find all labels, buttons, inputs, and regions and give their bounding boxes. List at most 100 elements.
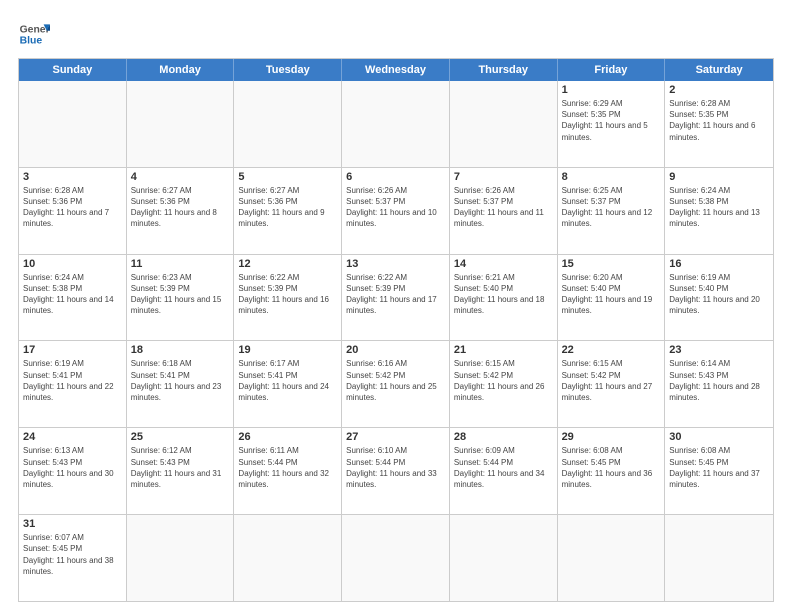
calendar: SundayMondayTuesdayWednesdayThursdayFrid… xyxy=(18,58,774,602)
day-info: Sunrise: 6:29 AMSunset: 5:35 PMDaylight:… xyxy=(562,98,661,143)
calendar-cell-empty xyxy=(665,515,773,601)
day-info: Sunrise: 6:16 AMSunset: 5:42 PMDaylight:… xyxy=(346,358,445,403)
day-info: Sunrise: 6:23 AMSunset: 5:39 PMDaylight:… xyxy=(131,272,230,317)
calendar-cell-empty xyxy=(234,81,342,167)
day-info: Sunrise: 6:07 AMSunset: 5:45 PMDaylight:… xyxy=(23,532,122,577)
day-number: 13 xyxy=(346,258,445,270)
day-number: 12 xyxy=(238,258,337,270)
calendar-cell-25: 25 Sunrise: 6:12 AMSunset: 5:43 PMDayligh… xyxy=(127,428,235,514)
day-info: Sunrise: 6:21 AMSunset: 5:40 PMDaylight:… xyxy=(454,272,553,317)
page: General Blue SundayMondayTuesdayWednesda… xyxy=(0,0,792,612)
calendar-cell-empty xyxy=(19,81,127,167)
calendar-cell-12: 12 Sunrise: 6:22 AMSunset: 5:39 PMDayligh… xyxy=(234,255,342,341)
day-info: Sunrise: 6:11 AMSunset: 5:44 PMDaylight:… xyxy=(238,445,337,490)
day-info: Sunrise: 6:08 AMSunset: 5:45 PMDaylight:… xyxy=(562,445,661,490)
day-number: 21 xyxy=(454,344,553,356)
day-number: 31 xyxy=(23,518,122,530)
calendar-cell-14: 14 Sunrise: 6:21 AMSunset: 5:40 PMDayligh… xyxy=(450,255,558,341)
day-info: Sunrise: 6:12 AMSunset: 5:43 PMDaylight:… xyxy=(131,445,230,490)
day-info: Sunrise: 6:22 AMSunset: 5:39 PMDaylight:… xyxy=(238,272,337,317)
header-day-saturday: Saturday xyxy=(665,59,773,81)
day-info: Sunrise: 6:24 AMSunset: 5:38 PMDaylight:… xyxy=(23,272,122,317)
day-number: 18 xyxy=(131,344,230,356)
day-info: Sunrise: 6:25 AMSunset: 5:37 PMDaylight:… xyxy=(562,185,661,230)
calendar-cell-3: 3Sunrise: 6:28 AMSunset: 5:36 PMDaylight… xyxy=(19,168,127,254)
day-number: 10 xyxy=(23,258,122,270)
calendar-cell-26: 26 Sunrise: 6:11 AMSunset: 5:44 PMDayligh… xyxy=(234,428,342,514)
calendar-cell-empty xyxy=(342,81,450,167)
day-number: 27 xyxy=(346,431,445,443)
day-info: Sunrise: 6:19 AMSunset: 5:41 PMDaylight:… xyxy=(23,358,122,403)
day-info: Sunrise: 6:14 AMSunset: 5:43 PMDaylight:… xyxy=(669,358,769,403)
day-info: Sunrise: 6:26 AMSunset: 5:37 PMDaylight:… xyxy=(454,185,553,230)
svg-text:Blue: Blue xyxy=(20,36,43,47)
day-number: 7 xyxy=(454,171,553,183)
day-number: 8 xyxy=(562,171,661,183)
day-info: Sunrise: 6:15 AMSunset: 5:42 PMDaylight:… xyxy=(562,358,661,403)
calendar-body: 1Sunrise: 6:29 AMSunset: 5:35 PMDaylight… xyxy=(19,81,773,601)
calendar-cell-30: 30Sunrise: 6:08 AMSunset: 5:45 PMDayligh… xyxy=(665,428,773,514)
calendar-cell-1: 1Sunrise: 6:29 AMSunset: 5:35 PMDaylight… xyxy=(558,81,666,167)
day-info: Sunrise: 6:28 AMSunset: 5:35 PMDaylight:… xyxy=(669,98,769,143)
calendar-cell-empty xyxy=(127,515,235,601)
calendar-row-0: 1Sunrise: 6:29 AMSunset: 5:35 PMDaylight… xyxy=(19,81,773,168)
day-number: 29 xyxy=(562,431,661,443)
calendar-cell-21: 21 Sunrise: 6:15 AMSunset: 5:42 PMDayligh… xyxy=(450,341,558,427)
calendar-cell-19: 19Sunrise: 6:17 AMSunset: 5:41 PMDayligh… xyxy=(234,341,342,427)
calendar-cell-29: 29 Sunrise: 6:08 AMSunset: 5:45 PMDayligh… xyxy=(558,428,666,514)
calendar-cell-9: 9Sunrise: 6:24 AMSunset: 5:38 PMDaylight… xyxy=(665,168,773,254)
day-info: Sunrise: 6:19 AMSunset: 5:40 PMDaylight:… xyxy=(669,272,769,317)
day-number: 5 xyxy=(238,171,337,183)
calendar-row-2: 10 Sunrise: 6:24 AMSunset: 5:38 PMDayligh… xyxy=(19,255,773,342)
day-info: Sunrise: 6:13 AMSunset: 5:43 PMDaylight:… xyxy=(23,445,122,490)
day-number: 20 xyxy=(346,344,445,356)
calendar-cell-2: 2 Sunrise: 6:28 AMSunset: 5:35 PMDaylight… xyxy=(665,81,773,167)
day-number: 25 xyxy=(131,431,230,443)
day-number: 23 xyxy=(669,344,769,356)
day-number: 2 xyxy=(669,84,769,96)
calendar-cell-15: 15Sunrise: 6:20 AMSunset: 5:40 PMDayligh… xyxy=(558,255,666,341)
day-info: Sunrise: 6:15 AMSunset: 5:42 PMDaylight:… xyxy=(454,358,553,403)
header-day-thursday: Thursday xyxy=(450,59,558,81)
calendar-cell-13: 13 Sunrise: 6:22 AMSunset: 5:39 PMDayligh… xyxy=(342,255,450,341)
calendar-cell-10: 10 Sunrise: 6:24 AMSunset: 5:38 PMDayligh… xyxy=(19,255,127,341)
calendar-row-5: 31 Sunrise: 6:07 AMSunset: 5:45 PMDayligh… xyxy=(19,515,773,601)
calendar-cell-16: 16Sunrise: 6:19 AMSunset: 5:40 PMDayligh… xyxy=(665,255,773,341)
calendar-cell-empty xyxy=(127,81,235,167)
header-day-tuesday: Tuesday xyxy=(234,59,342,81)
day-number: 22 xyxy=(562,344,661,356)
day-number: 6 xyxy=(346,171,445,183)
header-day-monday: Monday xyxy=(127,59,235,81)
calendar-cell-4: 4 Sunrise: 6:27 AMSunset: 5:36 PMDaylight… xyxy=(127,168,235,254)
day-number: 14 xyxy=(454,258,553,270)
calendar-row-3: 17 Sunrise: 6:19 AMSunset: 5:41 PMDayligh… xyxy=(19,341,773,428)
day-number: 11 xyxy=(131,258,230,270)
day-info: Sunrise: 6:24 AMSunset: 5:38 PMDaylight:… xyxy=(669,185,769,230)
calendar-cell-8: 8 Sunrise: 6:25 AMSunset: 5:37 PMDaylight… xyxy=(558,168,666,254)
calendar-cell-28: 28Sunrise: 6:09 AMSunset: 5:44 PMDayligh… xyxy=(450,428,558,514)
calendar-cell-6: 6 Sunrise: 6:26 AMSunset: 5:37 PMDaylight… xyxy=(342,168,450,254)
calendar-header: SundayMondayTuesdayWednesdayThursdayFrid… xyxy=(19,59,773,81)
day-info: Sunrise: 6:27 AMSunset: 5:36 PMDaylight:… xyxy=(238,185,337,230)
day-number: 4 xyxy=(131,171,230,183)
calendar-cell-31: 31 Sunrise: 6:07 AMSunset: 5:45 PMDayligh… xyxy=(19,515,127,601)
day-number: 26 xyxy=(238,431,337,443)
header-day-wednesday: Wednesday xyxy=(342,59,450,81)
calendar-cell-23: 23 Sunrise: 6:14 AMSunset: 5:43 PMDayligh… xyxy=(665,341,773,427)
calendar-cell-empty xyxy=(450,515,558,601)
day-number: 17 xyxy=(23,344,122,356)
day-number: 24 xyxy=(23,431,122,443)
calendar-cell-18: 18Sunrise: 6:18 AMSunset: 5:41 PMDayligh… xyxy=(127,341,235,427)
calendar-cell-7: 7 Sunrise: 6:26 AMSunset: 5:37 PMDaylight… xyxy=(450,168,558,254)
day-info: Sunrise: 6:28 AMSunset: 5:36 PMDaylight:… xyxy=(23,185,122,230)
day-info: Sunrise: 6:27 AMSunset: 5:36 PMDaylight:… xyxy=(131,185,230,230)
calendar-cell-empty xyxy=(342,515,450,601)
header: General Blue xyxy=(18,18,774,50)
calendar-cell-24: 24 Sunrise: 6:13 AMSunset: 5:43 PMDayligh… xyxy=(19,428,127,514)
day-info: Sunrise: 6:09 AMSunset: 5:44 PMDaylight:… xyxy=(454,445,553,490)
day-info: Sunrise: 6:26 AMSunset: 5:37 PMDaylight:… xyxy=(346,185,445,230)
day-number: 15 xyxy=(562,258,661,270)
day-info: Sunrise: 6:22 AMSunset: 5:39 PMDaylight:… xyxy=(346,272,445,317)
calendar-row-1: 3Sunrise: 6:28 AMSunset: 5:36 PMDaylight… xyxy=(19,168,773,255)
header-day-friday: Friday xyxy=(558,59,666,81)
